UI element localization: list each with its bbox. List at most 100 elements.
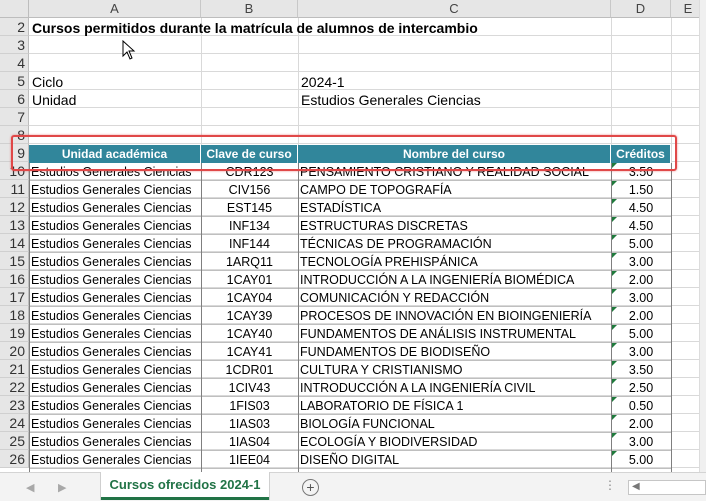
next-sheet-arrow-icon[interactable]: ▶ xyxy=(58,481,66,494)
cell-unidad-academica[interactable]: Estudios Generales Ciencias xyxy=(29,181,201,199)
cell-clave-de-curso[interactable]: 1IAS03 xyxy=(201,415,298,433)
cell-clave-de-curso[interactable]: 1CIV43 xyxy=(201,379,298,397)
cell-creditos[interactable]: 3.00 xyxy=(611,289,671,307)
cell-nombre-del-curso[interactable]: CULTURA Y CRISTIANISMO xyxy=(298,361,611,379)
cell-clave-de-curso[interactable]: CIV156 xyxy=(201,181,298,199)
row-header[interactable]: 2 xyxy=(0,18,29,36)
row-header[interactable]: 6 xyxy=(0,90,29,108)
row-header[interactable]: 25 xyxy=(0,432,29,450)
cell-nombre-del-curso[interactable]: INTRODUCCIÓN A LA INGENIERÍA BIOMÉDICA xyxy=(298,271,611,289)
cell-clave-de-curso[interactable]: 1IEE04 xyxy=(201,451,298,469)
cell-nombre-del-curso[interactable]: ESTADÍSTICA xyxy=(298,199,611,217)
row-header[interactable]: 14 xyxy=(0,234,29,252)
row-header[interactable]: 11 xyxy=(0,180,29,198)
cell-clave-de-curso[interactable]: 1CDR01 xyxy=(201,361,298,379)
cell-unidad-academica[interactable]: Estudios Generales Ciencias xyxy=(29,451,201,469)
cell-unidad-academica[interactable]: Estudios Generales Ciencias xyxy=(29,325,201,343)
row-header[interactable]: 4 xyxy=(0,54,29,72)
cell-creditos[interactable]: 4.50 xyxy=(611,199,671,217)
cell-creditos[interactable]: 3.50 xyxy=(611,361,671,379)
cell-unidad-academica[interactable]: Estudios Generales Ciencias xyxy=(29,217,201,235)
cell-nombre-del-curso[interactable]: INTRODUCCIÓN A LA INGENIERÍA CIVIL xyxy=(298,379,611,397)
cell-unidad-academica[interactable]: Estudios Generales Ciencias xyxy=(29,235,201,253)
prev-sheet-arrow-icon[interactable]: ◀ xyxy=(26,481,34,494)
column-header-d[interactable]: D xyxy=(611,0,671,18)
cell-clave-de-curso[interactable]: 1CAY41 xyxy=(201,343,298,361)
select-all-corner[interactable] xyxy=(0,0,29,18)
cell-unidad-academica[interactable]: Estudios Generales Ciencias xyxy=(29,271,201,289)
cell-clave-de-curso[interactable]: 1CAY04 xyxy=(201,289,298,307)
add-sheet-icon[interactable]: + xyxy=(302,479,319,496)
cell-nombre-del-curso[interactable]: DISEÑO DIGITAL xyxy=(298,451,611,469)
cell-creditos[interactable]: 5.00 xyxy=(611,451,671,469)
cell-nombre-del-curso[interactable]: BIOLOGÍA FUNCIONAL xyxy=(298,415,611,433)
cell-unidad-academica[interactable]: Estudios Generales Ciencias xyxy=(29,289,201,307)
cell-unidad-academica[interactable]: Estudios Generales Ciencias xyxy=(29,433,201,451)
row-header[interactable]: 22 xyxy=(0,378,29,396)
spreadsheet-grid[interactable]: ABCDE 2 3 4 5 6 7 8 9 10 11 12 13 14 15 16 17 18 19 20 21 22… xyxy=(0,0,706,472)
cell-unidad-academica[interactable]: Estudios Generales Ciencias xyxy=(29,379,201,397)
row-header[interactable]: 26 xyxy=(0,450,29,468)
cell-creditos[interactable]: 2.50 xyxy=(611,379,671,397)
cell-clave-de-curso[interactable]: 1CAY39 xyxy=(201,307,298,325)
cell-unidad-academica[interactable]: Estudios Generales Ciencias xyxy=(29,361,201,379)
cell-clave-de-curso[interactable]: 1ARQ11 xyxy=(201,253,298,271)
cell-unidad-academica[interactable]: Estudios Generales Ciencias xyxy=(29,343,201,361)
cell-creditos[interactable]: 2.00 xyxy=(611,307,671,325)
cell-creditos[interactable]: 5.00 xyxy=(611,235,671,253)
cell-nombre-del-curso[interactable]: PROCESOS DE INNOVACIÓN EN BIOINGENIERÍA xyxy=(298,307,611,325)
cell-nombre-del-curso[interactable]: TECNOLOGÍA PREHISPÁNICA xyxy=(298,253,611,271)
cell-nombre-del-curso[interactable]: ECOLOGÍA Y BIODIVERSIDAD xyxy=(298,433,611,451)
cell-creditos[interactable]: 1.50 xyxy=(611,181,671,199)
scroll-left-arrow-icon[interactable]: ◀ xyxy=(632,481,640,492)
cell-unidad-academica[interactable]: Estudios Generales Ciencias xyxy=(29,397,201,415)
cell-nombre-del-curso[interactable]: TÉCNICAS DE PROGRAMACIÓN xyxy=(298,235,611,253)
row-header[interactable]: 7 xyxy=(0,108,29,126)
horizontal-scrollbar[interactable]: ◀ xyxy=(628,480,706,495)
cell-clave-de-curso[interactable]: 1CAY40 xyxy=(201,325,298,343)
cell-clave-de-curso[interactable]: 1CAY01 xyxy=(201,271,298,289)
cell-nombre-del-curso[interactable]: COMUNICACIÓN Y REDACCIÓN xyxy=(298,289,611,307)
cell-creditos[interactable]: 2.00 xyxy=(611,271,671,289)
cell-nombre-del-curso[interactable]: ESTRUCTURAS DISCRETAS xyxy=(298,217,611,235)
cell-creditos[interactable]: 5.00 xyxy=(611,325,671,343)
cell-clave-de-curso[interactable]: EST145 xyxy=(201,199,298,217)
row-header[interactable]: 16 xyxy=(0,270,29,288)
cell-nombre-del-curso[interactable]: FUNDAMENTOS DE BIODISEÑO xyxy=(298,343,611,361)
cell-creditos[interactable]: 3.00 xyxy=(611,253,671,271)
row-header[interactable]: 20 xyxy=(0,342,29,360)
row-header[interactable]: 21 xyxy=(0,360,29,378)
row-header[interactable]: 18 xyxy=(0,306,29,324)
row-header[interactable]: 5 xyxy=(0,72,29,90)
row-header[interactable]: 24 xyxy=(0,414,29,432)
cell-creditos[interactable]: 2.00 xyxy=(611,415,671,433)
row-header[interactable]: 23 xyxy=(0,396,29,414)
row-header[interactable]: 17 xyxy=(0,288,29,306)
row-header[interactable]: 19 xyxy=(0,324,29,342)
column-header-a[interactable]: A xyxy=(29,0,201,18)
row-header[interactable]: 3 xyxy=(0,36,29,54)
row-header[interactable]: 12 xyxy=(0,198,29,216)
row-header[interactable]: 13 xyxy=(0,216,29,234)
tab-split-handle-icon[interactable]: ⋮ xyxy=(604,478,617,492)
cell-nombre-del-curso[interactable]: FUNDAMENTOS DE ANÁLISIS INSTRUMENTAL xyxy=(298,325,611,343)
column-header-b[interactable]: B xyxy=(201,0,298,18)
cell-unidad-academica[interactable]: Estudios Generales Ciencias xyxy=(29,199,201,217)
vertical-scroll-edge[interactable] xyxy=(699,0,706,472)
cell-unidad-academica[interactable]: Estudios Generales Ciencias xyxy=(29,415,201,433)
cell-clave-de-curso[interactable]: 1IAS04 xyxy=(201,433,298,451)
cell-clave-de-curso[interactable]: INF144 xyxy=(201,235,298,253)
column-header-c[interactable]: C xyxy=(298,0,611,18)
cell-unidad-academica[interactable]: Estudios Generales Ciencias xyxy=(29,307,201,325)
cell-creditos[interactable]: 3.00 xyxy=(611,343,671,361)
cell-creditos[interactable]: 0.50 xyxy=(611,397,671,415)
cell-nombre-del-curso[interactable]: LABORATORIO DE FÍSICA 1 xyxy=(298,397,611,415)
cell-unidad-academica[interactable]: Estudios Generales Ciencias xyxy=(29,253,201,271)
cell-creditos[interactable]: 3.00 xyxy=(611,433,671,451)
cell-clave-de-curso[interactable]: 1FIS03 xyxy=(201,397,298,415)
cell-nombre-del-curso[interactable]: CAMPO DE TOPOGRAFÍA xyxy=(298,181,611,199)
row-header[interactable]: 15 xyxy=(0,252,29,270)
cell-creditos[interactable]: 4.50 xyxy=(611,217,671,235)
sheet-tab-cursos-ofrecidos[interactable]: Cursos ofrecidos 2024-1 xyxy=(101,472,269,500)
cell-clave-de-curso[interactable]: INF134 xyxy=(201,217,298,235)
